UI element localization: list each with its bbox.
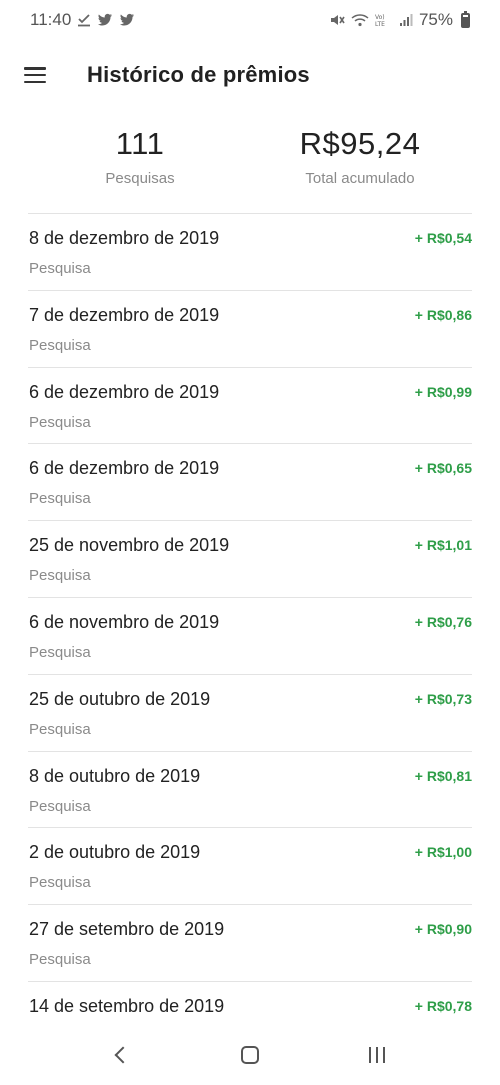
- battery-icon: [461, 10, 470, 28]
- mute-icon: [329, 13, 345, 27]
- list-item[interactable]: 6 de dezembro de 2019 Pesquisa + R$0,65: [28, 443, 472, 520]
- reward-type: Pesquisa: [29, 490, 91, 508]
- svg-text:Vo): Vo): [375, 14, 385, 21]
- reward-type: Pesquisa: [29, 797, 91, 815]
- survey-count-stat: 111 Pesquisas: [40, 126, 240, 187]
- reward-date: 6 de dezembro de 2019: [29, 458, 220, 479]
- rewards-list: 8 de dezembro de 2019 Pesquisa + R$0,54 …: [28, 213, 472, 1058]
- reward-date: 8 de dezembro de 2019: [29, 228, 220, 248]
- reward-date: 7 de dezembro de 2019: [29, 304, 220, 325]
- reward-type: Pesquisa: [29, 720, 91, 738]
- total-earned-stat: R$95,24 Total acumulado: [260, 126, 460, 187]
- survey-count-label: Pesquisas: [105, 170, 175, 187]
- reward-amount: + R$1,00: [414, 844, 472, 861]
- nav-back-button[interactable]: [93, 1030, 153, 1080]
- reward-amount: + R$0,90: [414, 921, 472, 938]
- list-item[interactable]: 7 de dezembro de 2019 Pesquisa + R$0,86: [28, 289, 472, 367]
- twitter-icon: [97, 13, 113, 27]
- nav-home-button[interactable]: [220, 1030, 280, 1080]
- list-item[interactable]: 2 de outubro de 2019 Pesquisa + R$1,00: [28, 827, 472, 904]
- menu-icon: [24, 67, 46, 83]
- reward-date: 6 de dezembro de 2019: [29, 381, 220, 402]
- reward-date: 27 de setembro de 2019: [29, 919, 225, 940]
- reward-date: 2 de outubro de 2019: [29, 842, 201, 863]
- reward-amount: + R$1,01: [414, 537, 472, 554]
- reward-amount: + R$0,81: [414, 767, 472, 784]
- app-bar: Histórico de prêmios: [0, 40, 500, 110]
- total-earned-label: Total acumulado: [305, 170, 415, 187]
- nav-recent-button[interactable]: [347, 1030, 407, 1080]
- download-done-icon: [77, 13, 91, 27]
- svg-text:LTE: LTE: [375, 21, 385, 27]
- reward-type: Pesquisa: [29, 567, 91, 585]
- reward-date: 14 de setembro de 2019: [29, 995, 225, 1016]
- list-item[interactable]: 8 de outubro de 2019 Pesquisa + R$0,81: [28, 750, 472, 828]
- reward-amount: + R$0,78: [414, 997, 472, 1014]
- rewards-summary: 111 Pesquisas R$95,24 Total acumulado: [0, 126, 500, 206]
- reward-date: 25 de outubro de 2019: [29, 688, 211, 709]
- reward-amount: + R$0,65: [414, 460, 472, 477]
- reward-type: Pesquisa: [29, 260, 91, 277]
- reward-date: 25 de novembro de 2019: [29, 535, 230, 556]
- list-item[interactable]: 8 de dezembro de 2019 Pesquisa + R$0,54: [28, 213, 472, 290]
- system-nav-bar: [0, 1025, 500, 1085]
- reward-amount: + R$0,76: [414, 613, 472, 630]
- reward-amount: + R$0,99: [414, 383, 472, 400]
- twitter-icon: [119, 13, 135, 27]
- volte-icon: Vo) LTE: [375, 13, 393, 27]
- reward-date: 6 de novembro de 2019: [29, 611, 220, 632]
- list-item[interactable]: 25 de outubro de 2019 Pesquisa + R$0,73: [28, 673, 472, 751]
- status-time: 11:40: [30, 10, 72, 29]
- recent-apps-icon: [368, 1047, 385, 1063]
- page-title: Histórico de prêmios: [87, 62, 310, 87]
- signal-icon: [399, 13, 413, 27]
- reward-date: 8 de outubro de 2019: [29, 765, 201, 786]
- list-item[interactable]: 25 de novembro de 2019 Pesquisa + R$1,01: [28, 520, 472, 597]
- wifi-icon: [351, 13, 369, 27]
- total-earned-value: R$95,24: [299, 126, 421, 161]
- status-left: 11:40: [30, 10, 135, 30]
- home-icon: [240, 1046, 259, 1064]
- survey-count-value: 111: [115, 126, 165, 161]
- back-icon: [114, 1046, 132, 1064]
- reward-type: Pesquisa: [29, 643, 91, 661]
- status-right: Vo) LTE 75%: [329, 10, 470, 30]
- list-item[interactable]: 6 de novembro de 2019 Pesquisa + R$0,76: [28, 596, 472, 674]
- status-bar: 11:40 Vo) LTE 75%: [0, 0, 500, 40]
- reward-type: Pesquisa: [29, 413, 91, 431]
- battery-percent: 75%: [418, 10, 453, 29]
- reward-type: Pesquisa: [29, 951, 91, 969]
- reward-amount: + R$0,73: [414, 690, 472, 707]
- reward-type: Pesquisa: [29, 874, 91, 892]
- reward-type: Pesquisa: [29, 336, 91, 354]
- list-item[interactable]: 6 de dezembro de 2019 Pesquisa + R$0,99: [28, 366, 472, 444]
- list-item[interactable]: 27 de setembro de 2019 Pesquisa + R$0,90: [28, 904, 472, 981]
- reward-amount: + R$0,54: [414, 230, 472, 246]
- menu-button[interactable]: [0, 40, 70, 110]
- reward-amount: + R$0,86: [414, 306, 472, 323]
